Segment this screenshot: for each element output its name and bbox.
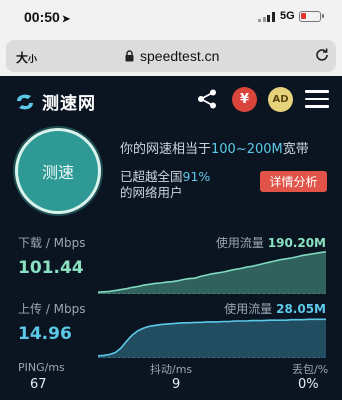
download-speed-graph bbox=[98, 251, 326, 294]
download-label: 下载 / Mbps bbox=[18, 236, 86, 250]
upload-label: 上传 / Mbps bbox=[18, 302, 86, 316]
reload-icon[interactable] bbox=[314, 47, 330, 63]
menu-icon[interactable] bbox=[305, 90, 329, 108]
network-type: 5G bbox=[280, 10, 295, 22]
battery-icon bbox=[299, 11, 324, 22]
share-icon[interactable] bbox=[196, 88, 218, 110]
status-time: 00:50 ➤ bbox=[24, 9, 70, 25]
ping-label: PING/ms bbox=[18, 361, 65, 374]
font-size-big: 大 bbox=[16, 51, 29, 65]
logo-text: 测速网 bbox=[42, 94, 96, 114]
address-bar[interactable]: 大小 speedtest.cn bbox=[6, 40, 336, 72]
download-speed-value: 101.44 bbox=[18, 258, 84, 278]
bandwidth-equivalent: 你的网速相当于100~200M宽带 bbox=[120, 138, 309, 157]
bandwidth-value: 100~200M bbox=[211, 142, 283, 157]
bandwidth-prefix: 你的网速相当于 bbox=[120, 142, 212, 157]
url-text[interactable]: speedtest.cn bbox=[140, 48, 219, 64]
bandwidth-suffix: 宽带 bbox=[282, 142, 309, 157]
ping-value: 67 bbox=[30, 377, 47, 392]
jitter-label: 抖动/ms bbox=[150, 363, 193, 376]
upload-speed-value: 14.96 bbox=[18, 324, 72, 344]
upload-graph-area bbox=[98, 319, 326, 358]
font-size-small: 小 bbox=[28, 55, 38, 65]
ad-button[interactable]: AD bbox=[268, 87, 293, 112]
donate-button[interactable]: ¥ bbox=[232, 87, 257, 112]
packet-loss-value: 0% bbox=[298, 377, 319, 392]
time-text: 00:50 bbox=[24, 9, 60, 25]
site-logo[interactable]: 测速网 bbox=[14, 89, 96, 114]
speedtest-logo-icon bbox=[17, 94, 33, 109]
jitter-value: 9 bbox=[172, 377, 181, 392]
upload-speed-graph bbox=[98, 318, 326, 358]
status-bar: 00:50 ➤ 5G bbox=[0, 0, 342, 36]
location-arrow-icon: ➤ bbox=[61, 14, 71, 25]
signal-icon bbox=[258, 12, 275, 22]
lock-icon bbox=[125, 50, 134, 62]
start-test-button[interactable]: 测速 bbox=[15, 128, 101, 214]
rank-percent: 91% bbox=[182, 169, 211, 184]
rank-suffix: 的网络用户 bbox=[120, 185, 183, 200]
detail-analysis-button[interactable]: 详情分析 bbox=[260, 171, 327, 192]
packet-loss-label: 丢包/% bbox=[292, 363, 329, 376]
font-size-button[interactable]: 大小 bbox=[16, 49, 37, 66]
browser-toolbar: 大小 speedtest.cn bbox=[0, 36, 342, 76]
